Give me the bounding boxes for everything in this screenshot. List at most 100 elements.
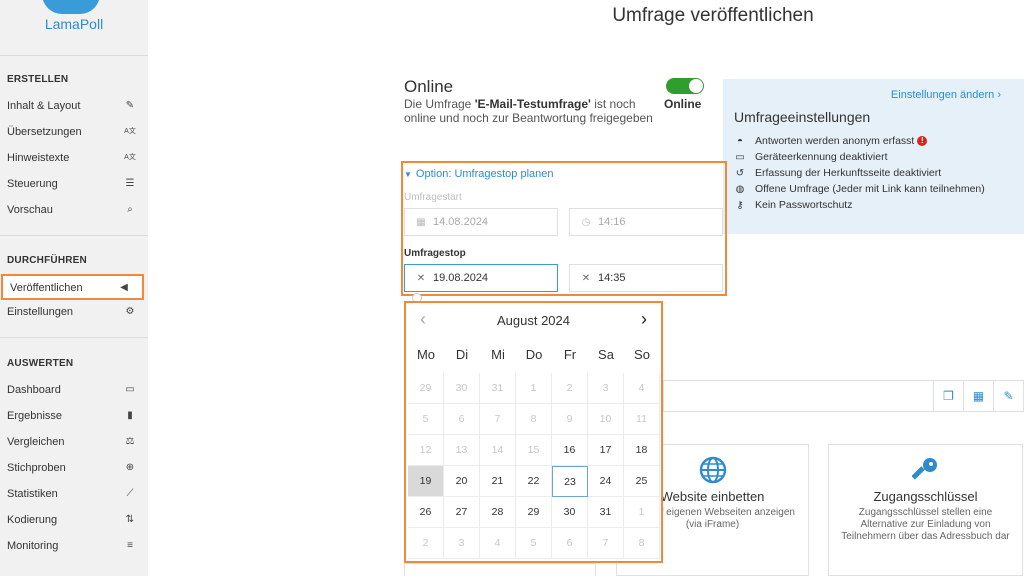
calendar-day: 6 (444, 404, 480, 435)
weekday-header: So (634, 347, 650, 362)
weekday-header: Sa (598, 347, 614, 362)
calendar-day[interactable]: 19 (408, 466, 444, 497)
settings-item-text: Kein Passwortschutz (755, 199, 853, 211)
next-month-icon[interactable]: › (641, 309, 647, 330)
sidebar-item-monitoring[interactable]: Monitoring ≡ (0, 534, 148, 560)
sidebar-item-vorschau[interactable]: Vorschau ⌕ (0, 198, 148, 224)
start-time-value: 14:16 (598, 216, 626, 228)
calendar-day: 13 (444, 435, 480, 466)
section-title-analyze: AUSWERTEN (7, 358, 74, 369)
search-icon: ⌕ (127, 204, 133, 215)
stop-date-field[interactable]: ✕ 19.08.2024 (404, 264, 558, 292)
schedule-option-toggle[interactable]: ▼ Option: Umfragestop planen (404, 168, 554, 180)
warning-icon[interactable]: ! (917, 136, 928, 146)
calendar-day[interactable]: 24 (588, 466, 624, 497)
calendar-day: 9 (552, 404, 588, 435)
calendar-day: 1 (516, 373, 552, 404)
sliders-icon: ☰ (125, 178, 135, 189)
calendar-day[interactable]: 25 (624, 466, 660, 497)
sidebar-item-label: Kodierung (7, 514, 58, 526)
list-icon: ≡ (127, 540, 133, 551)
calendar-day: 10 (588, 404, 624, 435)
calendar-day: 2 (552, 373, 588, 404)
sidebar-item-statistiken[interactable]: Statistiken ⟋ (0, 482, 148, 508)
calendar-day[interactable]: 31 (588, 497, 624, 528)
calendar-day[interactable]: 18 (624, 435, 660, 466)
weekday-header: Do (525, 347, 543, 362)
settings-item-text: Antworten werden anonym erfasst (755, 135, 915, 147)
logo-icon (42, 0, 100, 14)
divider (0, 235, 148, 236)
calendar-day: 14 (480, 435, 516, 466)
logo[interactable]: LamaPoll (0, 0, 148, 56)
calendar-day[interactable]: 21 (480, 466, 516, 497)
clear-icon[interactable]: ✕ (580, 273, 592, 284)
sidebar-item-inhalt-layout[interactable]: Inhalt & Layout ✎ (0, 94, 148, 120)
card[interactable] (404, 563, 596, 576)
survey-name: 'E-Mail-Testumfrage' (474, 97, 591, 111)
calendar-day: 30 (444, 373, 480, 404)
calendar-grid: 29 30 31 1 2 3 4 5 6 7 8 9 10 11 12 13 14 15 16 17 18 19 20 21 2… (408, 373, 661, 561)
calendar-day[interactable]: 16 (552, 435, 588, 466)
key-icon (912, 458, 937, 480)
calendar-day: 5 (408, 404, 444, 435)
sidebar-item-hinweistexte[interactable]: Hinweistexte A文 (0, 146, 148, 172)
calendar-day[interactable]: 23 (552, 466, 588, 497)
online-toggle-label: Online (664, 97, 702, 111)
calendar-day[interactable]: 22 (516, 466, 552, 497)
caret-down-icon: ▼ (404, 170, 412, 179)
copy-icon[interactable]: ❐ (933, 381, 963, 411)
sidebar-item-kodierung[interactable]: Kodierung ⇅ (0, 508, 148, 534)
card-description: Zugangsschlüssel stellen eine Alternativ… (841, 507, 1010, 542)
sidebar-item-veröffentlichen[interactable]: Veröffentlichen ◀ (1, 274, 144, 300)
calendar-day[interactable]: 26 (408, 497, 444, 528)
sidebar: LamaPoll ERSTELLEN Inhalt & Layout ✎ Übers… (0, 0, 148, 576)
access-key-card[interactable]: Zugangsschlüssel Zugangsschlüssel stelle… (828, 444, 1023, 576)
calendar-day[interactable]: 28 (480, 497, 516, 528)
sidebar-item-label: Veröffentlichen (10, 282, 83, 294)
sidebar-item-label: Stichproben (7, 462, 66, 474)
card-title: Zugangsschlüssel (873, 489, 978, 504)
weekday-header: Di (455, 347, 469, 362)
change-settings-link[interactable]: Einstellungen ändern › (891, 89, 1001, 101)
sidebar-item-einstellungen[interactable]: Einstellungen ⚙ (0, 300, 148, 326)
divider (0, 337, 148, 338)
calendar-day[interactable]: 30 (552, 497, 588, 528)
clear-icon[interactable]: ✕ (415, 273, 427, 284)
calendar-icon: ▦ (416, 217, 426, 228)
calendar-header: ‹ August 2024 › (406, 303, 661, 339)
calendar-day: 8 (624, 528, 660, 559)
line-chart-icon: ⟋ (126, 488, 134, 499)
sidebar-item-label: Ergebnisse (7, 410, 63, 422)
online-desc-prefix: Die Umfrage (404, 97, 475, 111)
online-heading: Online (404, 77, 454, 96)
settings-item-text: Erfassung der Herkunftsseite deaktiviert (755, 167, 942, 179)
sidebar-item-label: Inhalt & Layout (7, 100, 81, 112)
calendar-day[interactable]: 27 (444, 497, 480, 528)
date-picker-popup: ‹ August 2024 › Mo Di Mi Do Fr Sa So 29 30 31 1 2 3… (404, 301, 663, 563)
stop-label: Umfragestop (404, 248, 466, 259)
qr-code-icon[interactable]: ▦ (963, 381, 993, 411)
link-toolbar: ❐ ▦ ✎ (663, 380, 1024, 412)
calendar-day: 5 (516, 528, 552, 559)
online-toggle[interactable] (666, 78, 704, 94)
key-icon: ⚷ (736, 200, 744, 211)
section-title-create: ERSTELLEN (7, 74, 69, 85)
calendar-day[interactable]: 29 (516, 497, 552, 528)
calendar-day[interactable]: 17 (588, 435, 624, 466)
sidebar-item-stichproben[interactable]: Stichproben ⊕ (0, 456, 148, 482)
settings-title: Umfrageeinstellungen (734, 109, 871, 125)
sidebar-item-vergleichen[interactable]: Vergleichen ⚖ (0, 430, 148, 456)
sidebar-item-übersetzungen[interactable]: Übersetzungen A文 (0, 120, 148, 146)
stop-time-field[interactable]: ✕ 14:35 (569, 264, 723, 292)
sidebar-item-steuerung[interactable]: Steuerung ☰ (0, 172, 148, 198)
start-date-field[interactable]: ▦ 14.08.2024 (404, 208, 558, 236)
sidebar-item-dashboard[interactable]: Dashboard ▭ (0, 378, 148, 404)
online-description: Die Umfrage 'E-Mail-Testumfrage' ist noc… (404, 97, 654, 125)
start-time-field[interactable]: ◷ 14:16 (569, 208, 723, 236)
calendar-day[interactable]: 20 (444, 466, 480, 497)
start-label: Umfragestart (404, 192, 462, 203)
sidebar-item-ergebnisse[interactable]: Ergebnisse ▮ (0, 404, 148, 430)
pencil-icon[interactable]: ✎ (993, 381, 1023, 411)
globe-icon: ◍ (735, 184, 745, 195)
